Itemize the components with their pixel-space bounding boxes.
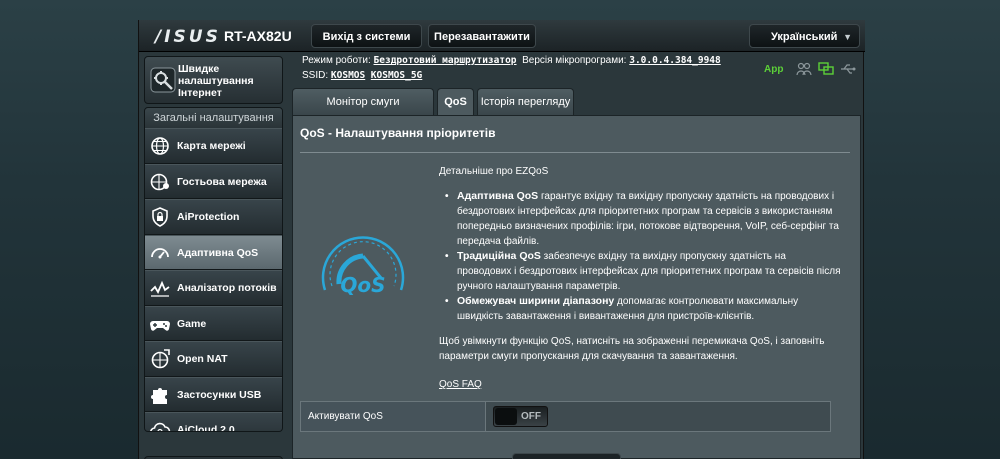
guest-network-icon bbox=[150, 173, 169, 190]
sidebar-item-label: Адаптивна QoS bbox=[177, 246, 259, 259]
qos-logo-text: QoS bbox=[340, 273, 385, 297]
sidebar-item-label: Game bbox=[177, 317, 207, 330]
status-row-mode: Режим роботи: Бездротовий маршрутизатор … bbox=[302, 55, 721, 66]
speedometer-icon bbox=[151, 247, 169, 258]
sidebar-item-label: AiProtection bbox=[177, 211, 240, 223]
enable-hint: Щоб увімкнути функцію QoS, натисніть на … bbox=[439, 336, 825, 362]
status-row-ssid: SSID: KOSMOS KOSMOS_5G bbox=[302, 70, 422, 81]
router-frame: /ISUS RT-AX82U Вихід з системи Перезаван… bbox=[138, 20, 865, 459]
page-title: QoS - Налаштування пріоритетів bbox=[300, 126, 496, 140]
list-item: Обмежувач ширини діапазону допомагає кон… bbox=[445, 294, 841, 324]
sidebar-item-label: Застосунки USB bbox=[177, 388, 262, 401]
list-item: Адаптивна QoS гарантує вхідну та вихідну… bbox=[445, 189, 841, 249]
ssid-link-24g[interactable]: KOSMOS bbox=[331, 70, 365, 81]
globe-icon bbox=[151, 137, 169, 155]
activate-qos-label: Активувати QoS bbox=[301, 402, 486, 431]
logout-button[interactable]: Вихід з системи bbox=[311, 24, 422, 48]
quick-setup-icon bbox=[150, 67, 176, 93]
qos-speedometer-logo: QoS bbox=[321, 236, 405, 297]
sidebar-general: Загальні налаштування Карта мережі Гость… bbox=[144, 107, 283, 432]
sidebar-item-label: Open NAT bbox=[177, 353, 228, 365]
app-link[interactable]: App bbox=[764, 64, 783, 75]
usb-icon[interactable] bbox=[840, 62, 856, 76]
tab-bandwidth-monitor[interactable]: Монітор смуги пропускання bbox=[292, 88, 434, 135]
top-bar: /ISUS RT-AX82U Вихід з системи Перезаван… bbox=[139, 20, 865, 52]
mode-link[interactable]: Бездротовий маршрутизатор bbox=[374, 55, 517, 66]
firmware-label: Версія мікропрограми: bbox=[522, 55, 627, 66]
sidebar-item-adaptive-qos[interactable]: Адаптивна QoS bbox=[145, 234, 282, 270]
sidebar-item-aiprotection[interactable]: AiProtection bbox=[145, 199, 282, 235]
sidebar-item-open-nat[interactable]: Open NAT bbox=[145, 341, 282, 377]
qos-toggle[interactable]: OFF bbox=[493, 406, 548, 427]
sidebar-item-traffic-analyzer[interactable]: Аналізатор потоків bbox=[145, 270, 282, 306]
sidebar-item-usb-apps[interactable]: Застосунки USB bbox=[145, 376, 282, 412]
network-icon[interactable] bbox=[818, 62, 834, 76]
sidebar-item-label: AiCloud 2.0 bbox=[177, 424, 235, 432]
users-icon[interactable] bbox=[796, 62, 812, 76]
mode-label: Режим роботи: bbox=[302, 55, 371, 66]
sidebar-item-label: Карта мережі bbox=[177, 140, 246, 152]
sidebar-item-label: Аналізатор потоків bbox=[177, 282, 277, 294]
cloud-icon bbox=[150, 422, 171, 431]
sidebar-general-title: Загальні налаштування bbox=[145, 108, 282, 128]
chevron-down-icon: ▼ bbox=[843, 32, 852, 42]
toggle-knob bbox=[495, 408, 517, 425]
about-ezqos: Детальніше про EZQoS bbox=[439, 166, 549, 177]
gamepad-icon bbox=[150, 320, 170, 331]
ssid-label: SSID: bbox=[302, 70, 329, 81]
activate-qos-row: Активувати QoS OFF bbox=[300, 401, 831, 432]
quick-setup-button[interactable]: Швидке налаштування Інтернет bbox=[144, 56, 283, 104]
language-value: Український bbox=[771, 31, 838, 43]
sidebar-item-game[interactable]: Game bbox=[145, 305, 282, 341]
qos-feature-list: Адаптивна QoS гарантує вхідну та вихідну… bbox=[439, 189, 841, 324]
main-content: QoS - Налаштування пріоритетів QoS Детал… bbox=[292, 115, 861, 459]
traffic-analyzer-icon bbox=[150, 280, 170, 297]
tab-web-history[interactable]: Історія перегляду bbox=[477, 88, 574, 115]
sidebar-item-guest-network[interactable]: Гостьова мережа bbox=[145, 163, 282, 199]
quick-setup-label: Швидке налаштування Інтернет bbox=[178, 63, 254, 99]
reboot-button[interactable]: Перезавантажити bbox=[428, 24, 536, 48]
sidebar-item-network-map[interactable]: Карта мережі bbox=[145, 128, 282, 164]
model-name: RT-AX82U bbox=[224, 28, 292, 44]
apply-button[interactable] bbox=[512, 453, 621, 459]
sidebar-item-aicloud[interactable]: AiCloud 2.0 bbox=[145, 412, 282, 432]
language-select[interactable]: Український ▼ bbox=[749, 24, 860, 48]
divider bbox=[300, 152, 850, 153]
qos-faq-link[interactable]: QoS FAQ bbox=[439, 377, 841, 392]
open-nat-icon bbox=[151, 349, 170, 369]
qos-description: Детальніше про EZQoS Адаптивна QoS гаран… bbox=[439, 164, 841, 392]
toggle-state: OFF bbox=[521, 411, 541, 422]
puzzle-icon bbox=[151, 387, 167, 404]
ssid-link-5g[interactable]: KOSMOS_5G bbox=[371, 70, 422, 81]
shield-lock-icon bbox=[152, 207, 168, 227]
tab-qos[interactable]: QoS bbox=[437, 88, 474, 115]
sidebar-item-label: Гостьова мережа bbox=[177, 175, 267, 188]
asus-logo: /ISUS bbox=[155, 27, 221, 47]
list-item: Традиційна QoS забезпечує вхідну та вихі… bbox=[445, 249, 841, 294]
firmware-link[interactable]: 3.0.0.4.384_9948 bbox=[629, 55, 721, 66]
